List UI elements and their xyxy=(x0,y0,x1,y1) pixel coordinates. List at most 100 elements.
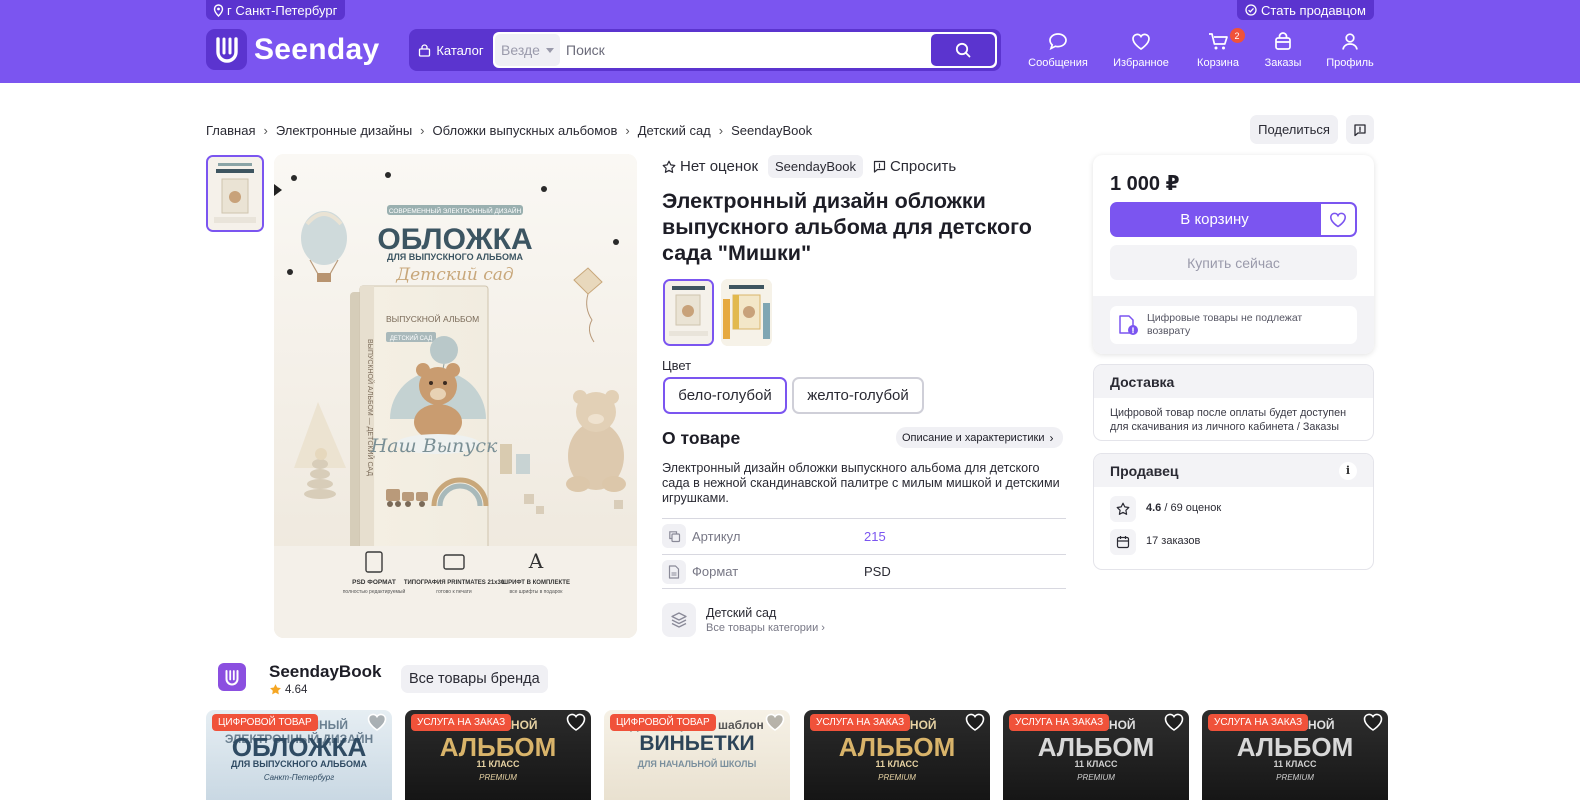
delivery-title: Доставка xyxy=(1110,373,1175,390)
product-card[interactable]: ЦИФРОВОЙ ТОВАРСОВРЕМЕННЫЙ ЭЛЕКТРОННЫЙ ДИ… xyxy=(206,710,392,800)
cart-count-badge: 2 xyxy=(1229,28,1245,43)
buy-now-button[interactable]: Купить сейчас xyxy=(1110,245,1357,280)
color-option[interactable]: желто-голубой xyxy=(792,377,924,414)
copy-icon xyxy=(662,524,686,548)
breadcrumb-item[interactable]: Обложки выпускных альбомов xyxy=(433,123,618,138)
color-option-selected[interactable]: бело-голубой xyxy=(663,377,787,414)
city-label: г Санкт-Петербург xyxy=(227,2,338,18)
layers-icon xyxy=(662,603,696,637)
product-card[interactable]: УСЛУГА НА ЗАКАЗВЫПУСКНОЙАЛЬБОМ11 КЛАССPR… xyxy=(1003,710,1189,800)
heart-icon[interactable] xyxy=(1163,712,1185,732)
brand-name[interactable]: SeendayBook xyxy=(269,662,381,682)
product-card[interactable]: ЦИФРОВОЙ ТОВАРДизайнерский шаблонВИНЬЕТК… xyxy=(604,710,790,800)
spec-value[interactable]: 215 xyxy=(864,529,886,544)
product-main-image[interactable]: СОВРЕМЕННЫЙ ЭЛЕКТРОННЫЙ ДИЗАЙН ОБЛОЖКА Д… xyxy=(274,154,637,638)
rating-link[interactable]: Нет оценок xyxy=(662,158,758,175)
nav-messages-label: Сообщения xyxy=(1028,57,1088,69)
ask-question-link[interactable]: Спросить xyxy=(873,158,956,175)
category-all-link[interactable]: Все товары категории › xyxy=(706,622,825,634)
category-link[interactable]: Детский сад Все товары категории › xyxy=(662,603,825,637)
seller-panel: Продавец i 4.6 / 69 оценок 17 заказов xyxy=(1093,453,1374,570)
file-icon xyxy=(662,559,686,584)
breadcrumb-item[interactable]: Главная xyxy=(206,123,255,138)
brand-all-products-button[interactable]: Все товары бренда xyxy=(401,665,548,693)
nav-favorites[interactable]: Избранное xyxy=(1110,32,1172,69)
city-selector[interactable]: г Санкт-Петербург xyxy=(206,0,346,20)
become-seller-link[interactable]: Стать продавцом xyxy=(1237,0,1374,20)
breadcrumb-item[interactable]: Электронные дизайны xyxy=(276,123,412,138)
heart-icon[interactable] xyxy=(1362,712,1384,732)
card-sub-text: 11 КЛАСС xyxy=(1273,759,1317,769)
search-scope-value: Везде xyxy=(501,42,540,58)
price: 1 000 ₽ xyxy=(1110,173,1180,195)
catalog-button[interactable]: Каталог xyxy=(409,29,493,71)
heart-icon[interactable] xyxy=(366,712,388,732)
brand-rating-value: 4.64 xyxy=(285,683,308,696)
report-button[interactable] xyxy=(1346,115,1374,144)
gallery-thumbnail-selected[interactable] xyxy=(206,155,264,232)
card-sub-text: 11 КЛАСС xyxy=(476,759,520,769)
spec-row: Артикул 215 xyxy=(662,518,1066,553)
brand-logo-icon xyxy=(225,669,239,685)
about-title: О товаре xyxy=(662,428,741,448)
add-to-favorites-button[interactable] xyxy=(1319,202,1357,237)
color-option-label: бело-голубой xyxy=(678,387,772,404)
catalog-label: Каталог xyxy=(436,42,484,58)
buy-now-label: Купить сейчас xyxy=(1187,254,1280,271)
cover-feature-title: ШРИФТ В КОМПЛЕКТЕ xyxy=(502,580,570,586)
card-extra-text: Санкт-Петербург xyxy=(263,773,335,782)
card-badge: УСЛУГА НА ЗАКАЗ xyxy=(810,714,911,731)
bag-icon xyxy=(1275,32,1291,50)
cover-book-sub-text: ДЕТСКИЙ САД xyxy=(390,334,432,342)
search-button[interactable] xyxy=(931,34,995,66)
product-meta: Нет оценок SeendayBook Спросить xyxy=(662,155,956,178)
star-outline-icon xyxy=(1110,496,1136,522)
heart-icon[interactable] xyxy=(764,712,786,732)
nav-profile[interactable]: Профиль xyxy=(1324,32,1376,69)
logo-text: Seenday xyxy=(254,32,380,66)
user-icon xyxy=(1342,33,1358,50)
spec-row: Формат PSD xyxy=(662,554,1066,589)
info-icon[interactable]: i xyxy=(1339,461,1357,480)
cover-feature-title: ТИПОГРАФИЯ PRINTMATES 21x30 xyxy=(404,580,505,586)
product-card[interactable]: УСЛУГА НА ЗАКАЗВЫПУСКНОЙАЛЬБОМ11 КЛАССPR… xyxy=(1202,710,1388,800)
location-pin-icon xyxy=(213,3,224,17)
breadcrumb: Главная › Электронные дизайны › Обложки … xyxy=(206,123,812,138)
heart-icon[interactable] xyxy=(565,712,587,732)
nav-messages[interactable]: Сообщения xyxy=(1026,32,1090,69)
product-card[interactable]: УСЛУГА НА ЗАКАЗВЫПУСКНОЙАЛЬБОМ11 КЛАССPR… xyxy=(804,710,990,800)
rating-text: Нет оценок xyxy=(680,158,759,175)
nav-profile-label: Профиль xyxy=(1326,57,1374,69)
cover-feature-sub: полностью редактируемый xyxy=(343,588,406,595)
ask-label: Спросить xyxy=(889,158,957,175)
share-label: Поделиться xyxy=(1258,122,1330,137)
spec-key: Формат xyxy=(692,564,739,579)
search-input[interactable] xyxy=(566,36,906,64)
share-button[interactable]: Поделиться xyxy=(1250,115,1338,144)
brand-logo[interactable] xyxy=(218,663,246,691)
variant-thumbnail-selected[interactable] xyxy=(663,279,714,346)
heart-icon[interactable] xyxy=(964,712,986,732)
card-big-text: ВИНЬЕТКИ xyxy=(639,732,755,755)
buy-card: 1 000 ₽ В корзину Купить сейчас Цифровые… xyxy=(1093,155,1374,354)
heart-icon xyxy=(1330,212,1346,227)
add-to-cart-button[interactable]: В корзину xyxy=(1110,202,1319,237)
brand-chip[interactable]: SeendayBook xyxy=(768,155,863,178)
star-filled-icon xyxy=(270,684,281,695)
product-card[interactable]: УСЛУГА НА ЗАКАЗВЫПУСКНОЙАЛЬБОМ11 КЛАССPR… xyxy=(405,710,591,800)
breadcrumb-item[interactable]: SeendayBook xyxy=(731,123,812,138)
nav-orders-label: Заказы xyxy=(1264,57,1302,69)
logo[interactable]: Seenday xyxy=(206,29,380,70)
description-link[interactable]: Описание и характеристики › xyxy=(896,427,1064,448)
chevron-right-icon: › xyxy=(1049,430,1054,445)
return-notice: Цифровые товары не подлежат возврату xyxy=(1093,296,1374,354)
report-icon xyxy=(1354,123,1366,136)
breadcrumb-item[interactable]: Детский сад xyxy=(638,123,711,138)
nav-orders[interactable]: Заказы xyxy=(1262,32,1304,69)
catalog-icon xyxy=(419,43,431,57)
nav-cart[interactable]: 2 Корзина xyxy=(1194,28,1245,69)
search-scope-select[interactable]: Везде xyxy=(495,34,560,66)
calendar-icon xyxy=(1110,529,1136,555)
variant-thumbnail[interactable] xyxy=(721,279,772,346)
card-extra-text: PREMIUM xyxy=(1077,773,1115,782)
